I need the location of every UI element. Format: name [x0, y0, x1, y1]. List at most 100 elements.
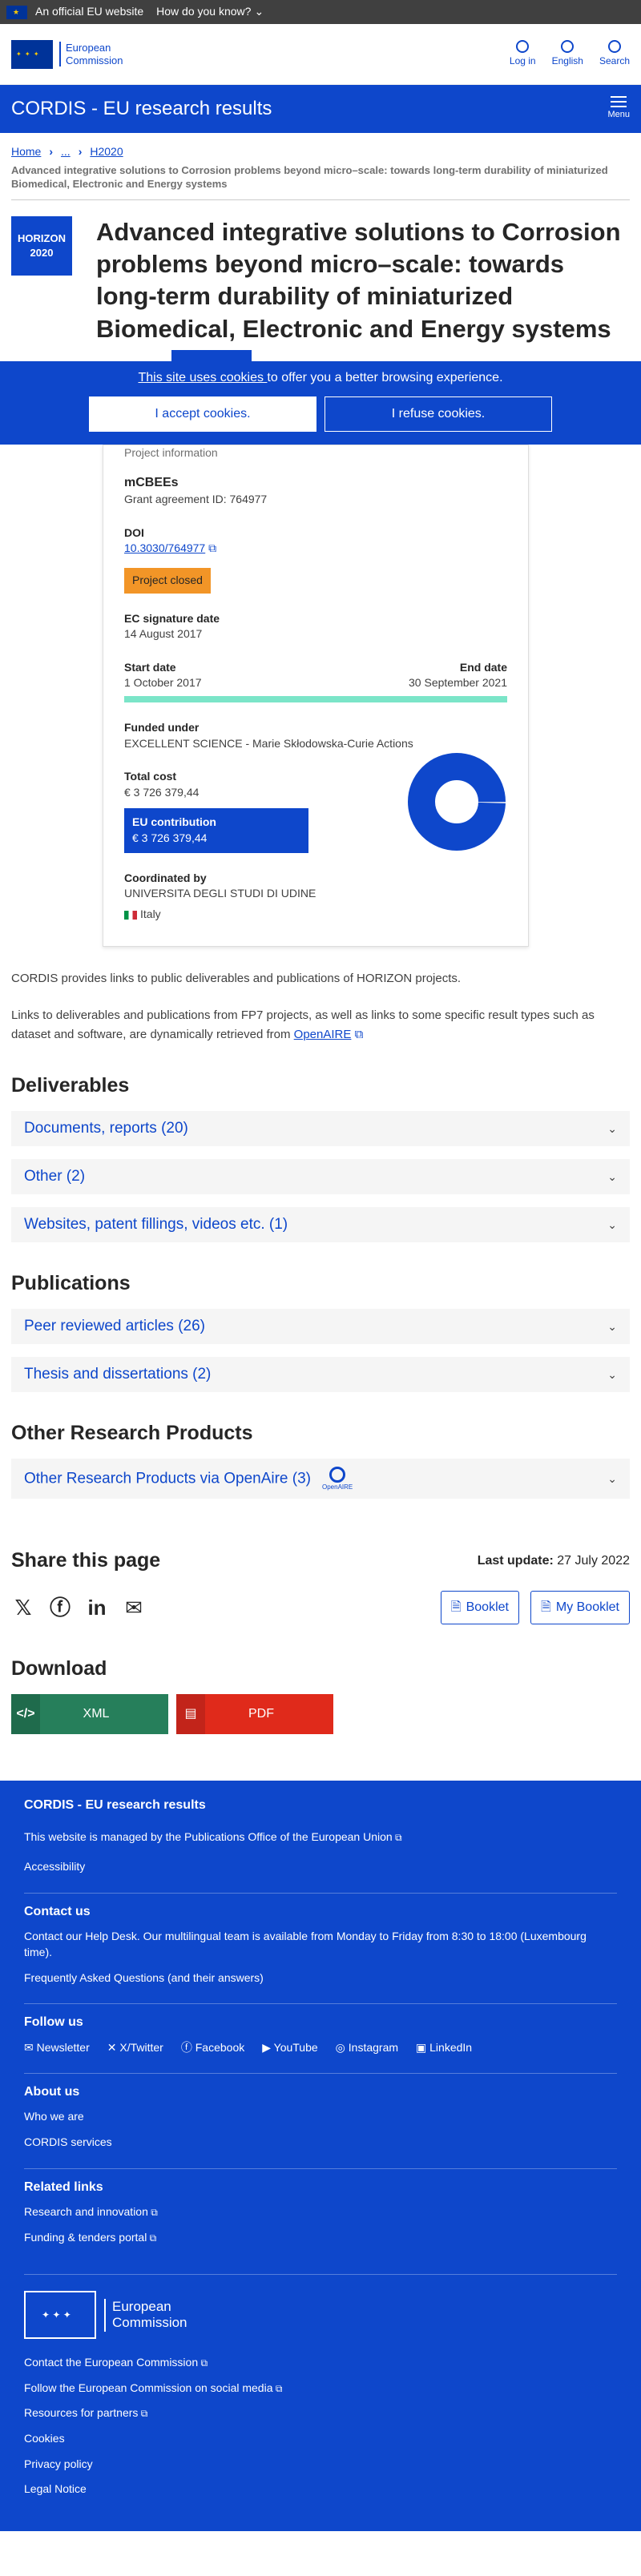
- search-button[interactable]: Search: [599, 40, 630, 68]
- accept-cookies-button[interactable]: I accept cookies.: [89, 396, 316, 433]
- project-info-heading: Project information: [124, 445, 218, 459]
- chevron-right-icon: ›: [49, 145, 54, 158]
- doi-link[interactable]: 10.3030/764977: [124, 541, 205, 554]
- total-cost: € 3 726 379,44: [124, 785, 200, 799]
- accordion-peer-reviewed[interactable]: Peer reviewed articles (26) ⌄: [11, 1309, 630, 1345]
- research-innovation-link[interactable]: Research and innovation: [24, 2205, 158, 2218]
- publications-heading: Publications: [11, 1272, 131, 1295]
- site-footer: CORDIS - EU research results This websit…: [0, 1781, 641, 2531]
- breadcrumb: Home › ... › H2020: [0, 133, 641, 163]
- funding-donut-chart: [408, 753, 506, 851]
- horizon-2020-badge: HORIZON 2020: [11, 215, 72, 276]
- official-eu-label: An official EU website: [6, 4, 143, 20]
- start-date: 1 October 2017: [124, 676, 202, 690]
- funded-under-label: Funded under: [124, 721, 200, 735]
- resources-partners-link[interactable]: Resources for partners: [24, 2406, 147, 2419]
- breadcrumb-ellipsis[interactable]: ...: [61, 144, 71, 160]
- accessibility-link[interactable]: Accessibility: [24, 1860, 85, 1873]
- end-date: 30 September 2021: [409, 676, 507, 690]
- ec-signature-date: 14 August 2017: [124, 627, 203, 641]
- breadcrumb-h2020[interactable]: H2020: [90, 144, 123, 160]
- facebook-link[interactable]: ⓕ Facebook: [181, 2040, 244, 2056]
- language-selector[interactable]: English: [552, 40, 583, 68]
- country: Italy: [140, 907, 161, 920]
- download-pdf-button[interactable]: ▤ PDF: [176, 1694, 333, 1735]
- italy-flag-icon: [124, 910, 137, 920]
- chevron-down-icon: ⌄: [607, 1121, 617, 1135]
- help-desk-link[interactable]: Contact our Help Desk: [24, 1930, 137, 1942]
- fact-sheet-tab[interactable]: [171, 349, 252, 361]
- chevron-down-icon: ⌄: [607, 1319, 617, 1333]
- cookie-policy-link[interactable]: This site uses cookies: [138, 371, 267, 384]
- footer-title[interactable]: CORDIS - EU research results: [24, 1797, 617, 1814]
- openaire-link[interactable]: OpenAIRE: [294, 1028, 352, 1041]
- cookie-message: This site uses cookies to offer you a be…: [138, 370, 503, 384]
- project-progress-bar: [124, 696, 507, 703]
- page-subheading: Advanced integrative solutions to Corros…: [11, 163, 630, 200]
- legal-notice-link[interactable]: Legal Notice: [24, 2482, 87, 2495]
- social-links: ✉ Newsletter ✕ X/Twitter ⓕ Facebook ▶ Yo…: [24, 2040, 617, 2056]
- publications-office-link[interactable]: Publications Office of the European Unio…: [184, 1830, 402, 1843]
- eu-emblem-icon: [11, 39, 53, 69]
- eu-flag-icon: [6, 5, 27, 19]
- youtube-icon: ▶: [262, 2040, 274, 2054]
- x-twitter-icon[interactable]: 𝕏: [11, 1593, 35, 1622]
- linkedin-icon[interactable]: in: [85, 1593, 109, 1622]
- who-we-are-link[interactable]: Who we are: [24, 2110, 84, 2123]
- site-title[interactable]: CORDIS - EU research results: [11, 95, 272, 123]
- accordion-websites-patents[interactable]: Websites, patent fillings, videos etc. (…: [11, 1207, 630, 1243]
- openaire-ring-icon: [329, 1466, 346, 1483]
- menu-button[interactable]: Menu: [607, 96, 630, 121]
- project-acronym: mCBEEs: [124, 475, 179, 489]
- download-heading: Download: [11, 1657, 107, 1680]
- last-update: Last update: 27 July 2022: [477, 1553, 630, 1568]
- email-icon[interactable]: ✉: [122, 1593, 146, 1622]
- download-xml-button[interactable]: </> XML: [11, 1694, 168, 1735]
- project-info-card: Project information mCBEEs Grant agreeme…: [103, 444, 529, 948]
- funded-under: EXCELLENT SCIENCE - Marie Skłodowska-Cur…: [124, 736, 413, 750]
- privacy-policy-link[interactable]: Privacy policy: [24, 2457, 93, 2470]
- x-icon: ✕: [107, 2040, 120, 2054]
- instagram-link[interactable]: ◎ Instagram: [336, 2040, 398, 2056]
- ec-signature-label: EC signature date: [124, 611, 220, 625]
- eu-emblem-icon: [24, 2291, 96, 2340]
- accordion-other[interactable]: Other (2) ⌄: [11, 1159, 630, 1195]
- accordion-thesis[interactable]: Thesis and dissertations (2) ⌄: [11, 1357, 630, 1393]
- grant-agreement-id: Grant agreement ID: 764977: [124, 493, 268, 506]
- faq-link[interactable]: Frequently Asked Questions: [24, 1971, 164, 1984]
- cookies-link[interactable]: Cookies: [24, 2432, 65, 2445]
- chevron-down-icon: ⌄: [607, 1218, 617, 1231]
- accordion-documents-reports[interactable]: Documents, reports (20) ⌄: [11, 1111, 630, 1147]
- funding-tenders-link[interactable]: Funding & tenders portal: [24, 2231, 156, 2244]
- refuse-cookies-button[interactable]: I refuse cookies.: [325, 396, 552, 433]
- accordion-other-research[interactable]: Other Research Products via OpenAire (3)…: [11, 1459, 630, 1499]
- end-date-label: End date: [459, 660, 507, 674]
- total-cost-label: Total cost: [124, 770, 177, 783]
- linkedin-link[interactable]: ▣ LinkedIn: [416, 2040, 472, 2056]
- ec-footer-logo[interactable]: EuropeanCommission: [24, 2274, 617, 2340]
- newsletter-link[interactable]: ✉ Newsletter: [24, 2040, 90, 2056]
- doi-label: DOI: [124, 525, 144, 539]
- ec-social-media-link[interactable]: Follow the European Commission on social…: [24, 2381, 282, 2394]
- x-twitter-link[interactable]: ✕ X/Twitter: [107, 2040, 163, 2056]
- facebook-icon[interactable]: ⓕ: [48, 1593, 72, 1622]
- booklet-button[interactable]: 🗎 Booklet: [440, 1591, 519, 1625]
- how-do-you-know-toggle[interactable]: How do you know? ⌄: [156, 4, 264, 20]
- eu-contribution-box: EU contribution € 3 726 379,44: [124, 808, 308, 853]
- start-date-label: Start date: [124, 660, 176, 674]
- instagram-icon: ◎: [335, 2040, 349, 2054]
- ec-logo[interactable]: European Commission: [11, 39, 123, 69]
- my-booklet-button[interactable]: 🗎 My Booklet: [530, 1591, 630, 1625]
- booklet-icon: 🗎: [540, 1600, 551, 1615]
- cordis-services-link[interactable]: CORDIS services: [24, 2135, 112, 2148]
- breadcrumb-home[interactable]: Home: [11, 144, 41, 160]
- code-icon: </>: [11, 1694, 40, 1735]
- share-heading: Share this page: [11, 1549, 161, 1572]
- youtube-link[interactable]: ▶ YouTube: [262, 2040, 317, 2056]
- contact-ec-link[interactable]: Contact the European Commission: [24, 2356, 208, 2369]
- booklet-icon: 🗎: [450, 1600, 462, 1615]
- login-link[interactable]: Log in: [510, 40, 536, 68]
- chevron-down-icon: ⌄: [607, 1367, 617, 1381]
- status-badge: Project closed: [124, 568, 211, 594]
- facebook-icon: ⓕ: [180, 2040, 196, 2054]
